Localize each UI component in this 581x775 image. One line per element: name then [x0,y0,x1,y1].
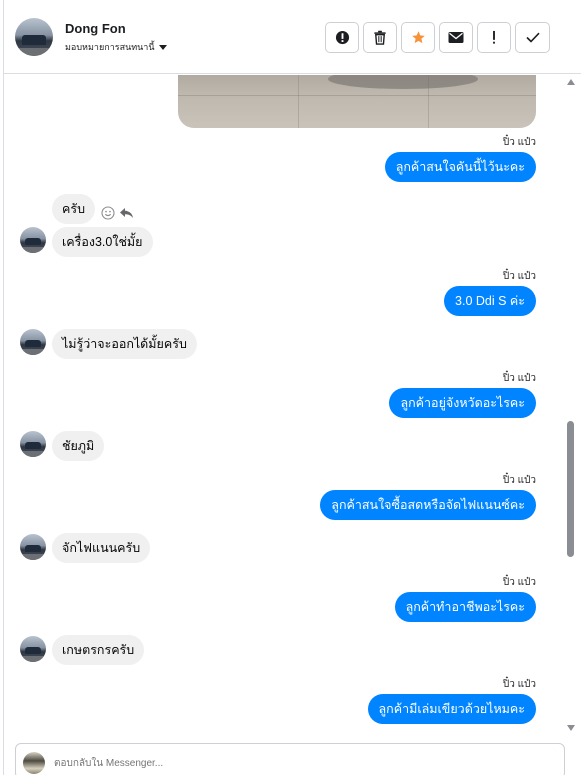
avatar-car-shape [24,545,42,553]
conversation-header: Dong Fon มอบหมายการสนทนานี้ [4,0,581,74]
avatar-ground-shape [15,47,53,56]
avatar-car-shape [24,238,42,246]
contact-avatar[interactable] [15,18,53,56]
customer-avatar[interactable] [20,534,46,560]
envelope-icon [448,32,464,43]
star-icon [411,31,425,44]
incoming-message[interactable]: ชัยภูมิ [52,431,105,461]
outgoing-message[interactable]: ลูกค้าสนใจคันนี้ไว้นะคะ [384,152,536,182]
reply-composer [15,743,565,775]
mark-done-button[interactable] [515,22,550,53]
page-avatar [23,752,45,774]
caret-down-icon [158,44,167,50]
seen-by-label: ปิ๋ว แป๋ว [502,679,536,690]
sent-photo-attachment[interactable] [178,75,536,128]
customer-avatar[interactable] [20,329,46,355]
incoming-message[interactable]: จักไฟแนนครับ [52,533,151,563]
follow-up-button[interactable] [477,22,511,53]
messenger-conversation-panel: Dong Fon มอบหมายการสนทนานี้ ปิ๋ว แป๋ว ลู… [0,0,581,775]
customer-avatar[interactable] [20,227,46,253]
photo-tile-line [178,95,536,96]
incoming-message[interactable]: เกษตรกรครับ [52,635,145,665]
avatar-ground-shape [20,656,46,662]
customer-avatar[interactable] [20,636,46,662]
star-button[interactable] [401,22,435,53]
alert-circle-icon [335,30,349,45]
avatar-ground-shape [20,247,46,253]
outgoing-message[interactable]: 3.0 Ddi S ค่ะ [444,286,536,316]
outgoing-message[interactable]: ลูกค้าอยู่จังหวัดอะไรคะ [389,388,536,418]
trash-icon [374,30,386,45]
delete-button[interactable] [363,22,397,53]
scroll-thumb[interactable] [567,421,574,557]
avatar-ground-shape [20,349,46,355]
assign-label: มอบหมายการสนทนานี้ [65,42,155,52]
photo-tile-line [298,75,299,128]
contact-name[interactable]: Dong Fon [65,21,126,36]
smiley-icon[interactable] [101,206,115,220]
reply-icon[interactable] [119,207,134,219]
incoming-message[interactable]: ไม่รู้ว่าจะออกได้มั้ยครับ [52,329,197,359]
report-spam-button[interactable] [325,22,359,53]
avatar-car-shape [21,34,47,45]
action-toolbar [325,22,550,53]
photo-puddle-shape [328,75,478,89]
avatar-ground-shape [20,554,46,560]
avatar-car-shape [24,340,42,348]
incoming-message[interactable]: ครับ [52,194,96,224]
seen-by-label: ปิ๋ว แป๋ว [502,577,536,588]
outgoing-message[interactable]: ลูกค้ามีเล่มเขียวด้วยไหมคะ [367,694,536,724]
vertical-scrollbar[interactable] [564,75,577,739]
seen-by-label: ปิ๋ว แป๋ว [502,137,536,148]
avatar-car-shape [24,647,42,655]
scroll-down-arrow-icon[interactable] [567,725,575,731]
avatar-car-shape [24,442,42,450]
customer-avatar[interactable] [20,431,46,457]
check-icon [525,32,540,43]
outgoing-message[interactable]: ลูกค้าสนใจซื้อสดหรือจัดไฟแนนซ์คะ [320,490,536,520]
avatar-ground-shape [20,451,46,457]
mark-unread-button[interactable] [439,22,473,53]
seen-by-label: ปิ๋ว แป๋ว [502,271,536,282]
assign-conversation-dropdown[interactable]: มอบหมายการสนทนานี้ [65,40,167,54]
exclamation-icon [493,30,495,44]
incoming-message[interactable]: เครื่อง3.0ใช่มั้ย [52,227,153,257]
outgoing-message[interactable]: ลูกค้าทำอาชีพอะไรคะ [394,592,536,622]
seen-by-label: ปิ๋ว แป๋ว [502,475,536,486]
message-actions [101,206,134,220]
message-list[interactable]: ปิ๋ว แป๋ว ลูกค้าสนใจคันนี้ไว้นะคะ ครับ เ… [4,75,581,739]
reply-input[interactable] [54,754,544,772]
seen-by-label: ปิ๋ว แป๋ว [502,373,536,384]
scroll-up-arrow-icon[interactable] [567,79,575,85]
